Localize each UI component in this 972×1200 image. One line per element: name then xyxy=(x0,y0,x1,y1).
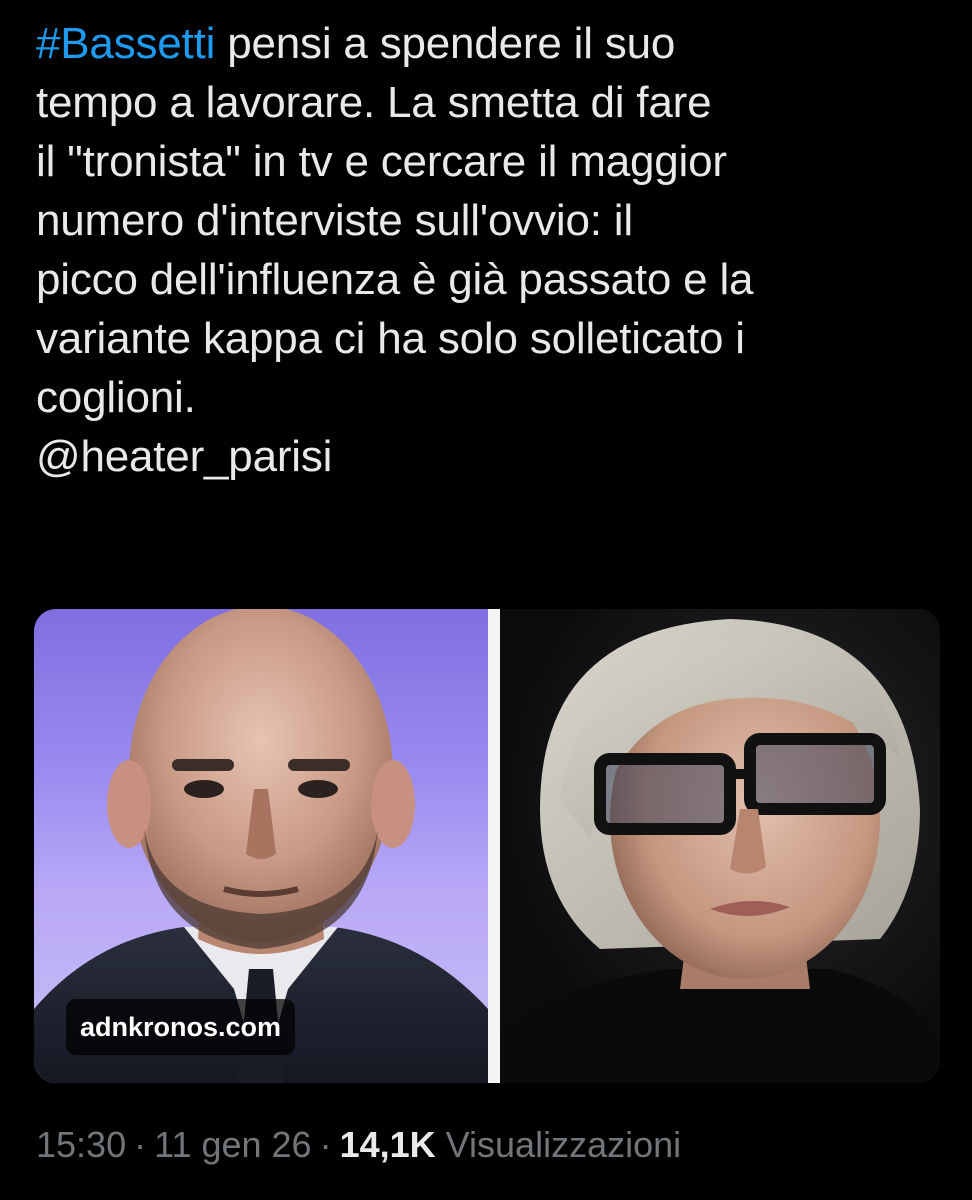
tweet-text: #Bassetti pensi a spendere il suo tempo … xyxy=(36,14,946,486)
media-divider xyxy=(488,609,500,1083)
tweet-line-3: il "tronista" in tv e cercare il maggior xyxy=(36,137,727,186)
source-watermark: adnkronos.com xyxy=(66,999,296,1055)
photo-woman-illustration xyxy=(500,619,940,1083)
tweet-time[interactable]: 15:30 xyxy=(36,1124,126,1165)
photo-left[interactable]: adnkronos.com xyxy=(34,609,488,1083)
tweet-meta: 15:30 · 11 gen 26 · 14,1K Visualizzazioni xyxy=(36,1119,681,1171)
media-attachment[interactable]: adnkronos.com xyxy=(34,609,940,1083)
meta-separator-1: · xyxy=(134,1124,147,1165)
tweet-line-4: numero d'interviste sull'ovvio: il xyxy=(36,196,633,245)
views-label[interactable]: Visualizzazioni xyxy=(446,1124,681,1165)
tweet-date[interactable]: 11 gen 26 xyxy=(154,1124,311,1165)
tweet-mention-line: @heater_parisi xyxy=(36,427,946,486)
tweet-line-1-text: pensi a spendere il suo xyxy=(215,19,676,68)
hashtag-link[interactable]: #Bassetti xyxy=(36,19,215,68)
mention-link[interactable]: @heater_parisi xyxy=(36,432,332,481)
tweet-line-7: coglioni. xyxy=(36,373,196,422)
tweet-line-1: #Bassetti pensi a spendere il suo xyxy=(36,14,946,73)
tweet: #Bassetti pensi a spendere il suo tempo … xyxy=(0,0,972,1200)
photo-right[interactable] xyxy=(500,609,940,1083)
tweet-line-6: variante kappa ci ha solo solleticato i xyxy=(36,314,745,363)
tweet-line-2: tempo a lavorare. La smetta di fare xyxy=(36,78,712,127)
views-count[interactable]: 14,1K xyxy=(340,1124,436,1165)
meta-separator-2: · xyxy=(319,1124,332,1165)
tweet-line-5: picco dell'influenza è già passato e la xyxy=(36,255,754,304)
